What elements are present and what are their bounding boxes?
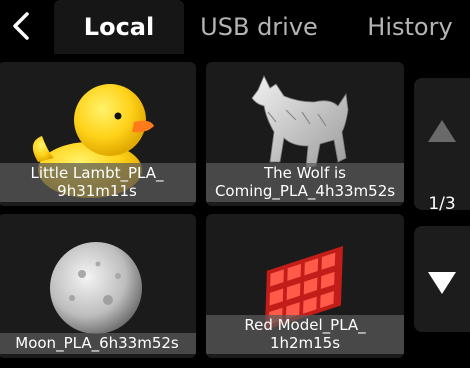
page-indicator: 1/3: [428, 194, 456, 214]
file-name: Little Lambt_PLA_ 9h31m11s: [0, 163, 196, 202]
page-up-button[interactable]: [414, 78, 470, 210]
file-card-moon[interactable]: Moon_PLA_6h33m52s: [0, 214, 196, 358]
chevron-left-icon: [13, 12, 29, 40]
tab-history[interactable]: History: [350, 0, 470, 54]
file-name: Red Model_PLA_ 1h2m15s: [206, 315, 404, 354]
tab-local[interactable]: Local: [54, 0, 184, 54]
file-card-little-lambt[interactable]: Little Lambt_PLA_ 9h31m11s: [0, 62, 196, 206]
file-name: Moon_PLA_6h33m52s: [0, 333, 196, 354]
page-down-button[interactable]: [414, 226, 470, 332]
back-button[interactable]: [0, 0, 54, 56]
top-bar: Local USB drive History: [0, 0, 470, 58]
file-name: The Wolf is Coming_PLA_4h33m52s: [206, 163, 404, 202]
triangle-down-icon: [428, 272, 456, 294]
file-card-red-model[interactable]: Red Model_PLA_ 1h2m15s: [206, 214, 404, 358]
file-card-the-wolf[interactable]: The Wolf is Coming_PLA_4h33m52s: [206, 62, 404, 206]
tab-usb-drive[interactable]: USB drive: [190, 0, 328, 54]
triangle-up-icon: [428, 120, 456, 142]
